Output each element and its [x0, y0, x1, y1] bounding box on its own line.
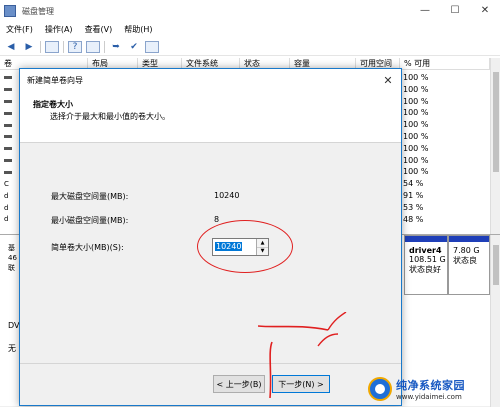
- help-icon[interactable]: ?: [68, 40, 82, 53]
- percent-free-cell: 53 %: [403, 202, 424, 212]
- disk-header: 基 46 联: [0, 243, 18, 273]
- volume-row-marker[interactable]: [0, 84, 18, 96]
- close-icon[interactable]: ✕: [379, 71, 397, 89]
- percent-free-cell: 100 %: [403, 108, 429, 118]
- percent-free-cell: 100 %: [403, 143, 429, 153]
- percent-free-cell: 100 %: [403, 84, 429, 94]
- toolbar-separator: [104, 40, 105, 53]
- watermark-url: www.yidaimei.com: [396, 393, 462, 401]
- toolbar-separator: [63, 40, 64, 53]
- volume-row-marker[interactable]: [0, 72, 18, 84]
- volume-rows-left: C d d d: [0, 72, 18, 225]
- volume-list-scrollbar[interactable]: [490, 58, 500, 234]
- volume-row-label[interactable]: d: [0, 202, 18, 214]
- minimize-button[interactable]: —: [410, 0, 440, 20]
- percent-free-column: 100 % 100 % 100 % 100 % 100 % 100 % 100 …: [400, 72, 490, 225]
- red-annotation-circle: [197, 220, 293, 273]
- volume-row-marker[interactable]: [0, 96, 18, 108]
- partition-driver4[interactable]: driver4 108.51 G 状态良好: [404, 235, 448, 295]
- volume-row-marker[interactable]: [0, 143, 18, 155]
- title-bar: 磁盘管理 — ☐ ✕: [0, 0, 500, 22]
- watermark: 纯净系统家园 www.yidaimei.com: [368, 372, 500, 406]
- volume-row-marker[interactable]: [0, 155, 18, 167]
- window-controls: — ☐ ✕: [410, 0, 500, 20]
- max-space-value: 10240: [214, 191, 240, 200]
- menu-view[interactable]: 查看(V): [85, 24, 113, 35]
- disk-management-icon: [4, 5, 16, 17]
- menu-bar: 文件(F) 操作(A) 查看(V) 帮助(H): [0, 22, 500, 36]
- watermark-text: 纯净系统家园 www.yidaimei.com: [396, 377, 465, 401]
- partition-second[interactable]: 7.80 G 状态良: [448, 235, 490, 295]
- partition-name: driver4: [409, 246, 442, 255]
- percent-free-cell: 100 %: [403, 96, 429, 106]
- menu-help[interactable]: 帮助(H): [124, 24, 152, 35]
- wizard-header: 指定卷大小 选择介于最大和最小值的卷大小。: [20, 91, 401, 143]
- window-title: 磁盘管理: [22, 6, 54, 16]
- watermark-name: 纯净系统家园: [396, 379, 465, 392]
- partition-size: 7.80 G: [453, 246, 480, 255]
- percent-free-cell: 100 %: [403, 73, 429, 82]
- cdrom-label: DV: [8, 321, 20, 330]
- percent-free-cell: 91 %: [403, 190, 424, 200]
- toolbar-separator: [40, 40, 41, 53]
- wizard-title-bar: 新建简单卷向导 ✕: [20, 69, 401, 91]
- settings-panel-icon[interactable]: [145, 40, 159, 53]
- volume-row-marker[interactable]: [0, 166, 18, 178]
- column-percent-free[interactable]: % 可用: [400, 58, 490, 70]
- percent-free-cell: 100 %: [403, 120, 429, 130]
- maximize-button[interactable]: ☐: [440, 0, 470, 20]
- partition-status: 状态良: [453, 256, 477, 265]
- forward-arrow-icon[interactable]: ▶: [22, 41, 36, 53]
- partition-size: 108.51 G: [409, 255, 446, 264]
- volume-row-label[interactable]: C: [0, 178, 18, 190]
- percent-free-cell: 100 %: [403, 167, 429, 177]
- volume-size-label: 简单卷大小(MB)(S):: [51, 243, 124, 252]
- wizard-subheading: 选择介于最大和最小值的卷大小。: [50, 112, 170, 121]
- partition-bar: [449, 236, 489, 242]
- back-arrow-icon[interactable]: ◀: [4, 41, 18, 53]
- wizard-title: 新建简单卷向导: [27, 75, 83, 85]
- disk-label-line: 联: [8, 264, 15, 272]
- percent-free-cell: 100 %: [403, 131, 429, 141]
- cdrom-status: 无: [8, 344, 16, 353]
- volume-row-marker[interactable]: [0, 131, 18, 143]
- close-window-button[interactable]: ✕: [470, 0, 500, 20]
- disk-label-line: 46: [8, 254, 17, 262]
- partition-bar: [405, 236, 447, 242]
- checklist-icon[interactable]: ✔: [127, 41, 141, 53]
- console-tree-icon[interactable]: [45, 40, 59, 53]
- min-space-value: 8: [214, 215, 220, 224]
- connect-icon[interactable]: ➥: [109, 41, 123, 53]
- disk-label-line: 基: [8, 244, 15, 252]
- volume-row-marker[interactable]: [0, 107, 18, 119]
- scrollbar-thumb[interactable]: [493, 72, 499, 172]
- min-space-label: 最小磁盘空间量(MB):: [51, 216, 129, 225]
- toolbar: ◀ ▶ ? ➥ ✔: [0, 38, 500, 56]
- partition-status: 状态良好: [409, 265, 441, 274]
- volume-row-label[interactable]: d: [0, 214, 18, 226]
- menu-action[interactable]: 操作(A): [45, 24, 73, 35]
- wizard-heading: 指定卷大小: [33, 100, 73, 109]
- volume-row-label[interactable]: d: [0, 190, 18, 202]
- watermark-logo-icon: [368, 377, 392, 401]
- percent-free-cell: 100 %: [403, 155, 429, 165]
- properties-icon[interactable]: [86, 40, 100, 53]
- max-space-label: 最大磁盘空间量(MB):: [51, 192, 129, 201]
- percent-free-cell: 48 %: [403, 214, 424, 224]
- scrollbar-thumb[interactable]: [493, 245, 499, 285]
- menu-file[interactable]: 文件(F): [6, 24, 33, 35]
- red-annotation-arrow-icon: [258, 312, 347, 399]
- percent-free-cell: 54 %: [403, 179, 424, 189]
- volume-row-marker[interactable]: [0, 119, 18, 131]
